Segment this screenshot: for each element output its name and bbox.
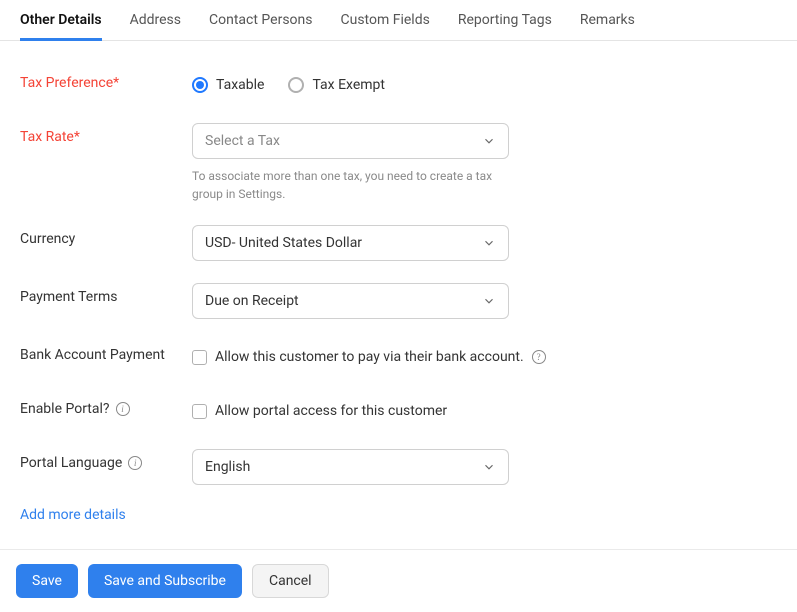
add-more-details-link[interactable]: Add more details bbox=[20, 507, 777, 523]
checkbox-icon bbox=[192, 350, 207, 365]
tax-rate-label: Tax Rate* bbox=[20, 123, 192, 145]
help-icon[interactable] bbox=[532, 350, 546, 364]
info-icon[interactable] bbox=[116, 402, 130, 416]
portal-language-label-text: Portal Language bbox=[20, 455, 122, 471]
portal-language-value: English bbox=[205, 459, 250, 475]
currency-value: USD- United States Dollar bbox=[205, 235, 362, 251]
currency-label: Currency bbox=[20, 225, 192, 247]
chevron-down-icon bbox=[482, 236, 496, 250]
enable-portal-label-text: Enable Portal? bbox=[20, 401, 110, 417]
radio-icon bbox=[192, 77, 208, 93]
tax-preference-radio-group: Taxable Tax Exempt bbox=[192, 69, 777, 101]
portal-language-label: Portal Language bbox=[20, 449, 192, 471]
portal-language-select[interactable]: English bbox=[192, 449, 509, 485]
chevron-down-icon bbox=[482, 294, 496, 308]
tax-rate-select[interactable]: Select a Tax bbox=[192, 123, 509, 159]
bank-account-checkbox-label: Allow this customer to pay via their ban… bbox=[215, 349, 524, 365]
tab-custom-fields[interactable]: Custom Fields bbox=[340, 0, 429, 41]
tax-rate-hint: To associate more than one tax, you need… bbox=[192, 167, 509, 203]
tab-address[interactable]: Address bbox=[130, 0, 181, 41]
bank-account-label: Bank Account Payment bbox=[20, 341, 192, 363]
footer-bar: Save Save and Subscribe Cancel bbox=[0, 549, 797, 612]
payment-terms-select[interactable]: Due on Receipt bbox=[192, 283, 509, 319]
chevron-down-icon bbox=[482, 460, 496, 474]
tabs-bar: Other Details Address Contact Persons Cu… bbox=[0, 0, 797, 41]
radio-icon bbox=[288, 77, 304, 93]
payment-terms-value: Due on Receipt bbox=[205, 293, 299, 309]
currency-select[interactable]: USD- United States Dollar bbox=[192, 225, 509, 261]
chevron-down-icon bbox=[482, 134, 496, 148]
form-area: Tax Preference* Taxable Tax Exempt Tax R… bbox=[0, 41, 797, 523]
save-and-subscribe-button[interactable]: Save and Subscribe bbox=[88, 564, 242, 598]
tax-rate-placeholder: Select a Tax bbox=[205, 133, 280, 149]
enable-portal-label: Enable Portal? bbox=[20, 395, 192, 417]
checkbox-icon bbox=[192, 404, 207, 419]
info-icon[interactable] bbox=[128, 456, 142, 470]
tab-contact-persons[interactable]: Contact Persons bbox=[209, 0, 312, 41]
cancel-button[interactable]: Cancel bbox=[252, 564, 329, 598]
tax-preference-label: Tax Preference* bbox=[20, 69, 192, 91]
tax-exempt-radio[interactable]: Tax Exempt bbox=[288, 77, 385, 93]
enable-portal-checkbox[interactable]: Allow portal access for this customer bbox=[192, 403, 447, 419]
tax-exempt-radio-label: Tax Exempt bbox=[312, 77, 385, 93]
tab-reporting-tags[interactable]: Reporting Tags bbox=[458, 0, 552, 41]
taxable-radio[interactable]: Taxable bbox=[192, 77, 264, 93]
taxable-radio-label: Taxable bbox=[216, 77, 264, 93]
payment-terms-label: Payment Terms bbox=[20, 283, 192, 305]
save-button[interactable]: Save bbox=[16, 564, 78, 598]
tab-other-details[interactable]: Other Details bbox=[20, 0, 102, 41]
enable-portal-checkbox-label: Allow portal access for this customer bbox=[215, 403, 447, 419]
tab-remarks[interactable]: Remarks bbox=[580, 0, 635, 41]
bank-account-checkbox[interactable]: Allow this customer to pay via their ban… bbox=[192, 349, 524, 365]
